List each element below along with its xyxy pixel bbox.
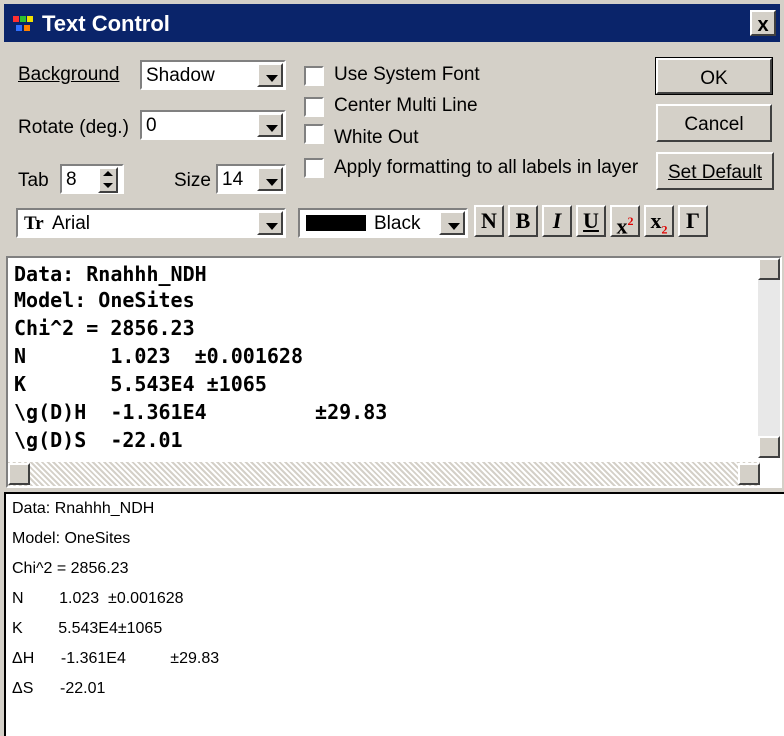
color-value: Black [374, 213, 421, 234]
scroll-down-icon[interactable] [758, 436, 780, 458]
superscript-button[interactable]: x2 [610, 205, 640, 238]
normal-button[interactable]: N [474, 205, 504, 237]
white-out-label: White Out [334, 127, 419, 148]
ok-button[interactable]: OK [655, 57, 773, 95]
spinner-arrows-icon[interactable] [98, 167, 118, 193]
chevron-down-icon[interactable] [439, 211, 465, 235]
apply-formatting-checkbox[interactable] [304, 158, 324, 178]
editor-line: K 5.543E4 ±1065 [14, 372, 267, 396]
subscript-button[interactable]: x2 [644, 205, 674, 237]
editor-line: \g(D)S -22.01 [14, 428, 183, 452]
label-text-editor[interactable]: Data: Rnahhh_NDH Model: OneSites Chi^2 =… [6, 256, 782, 488]
close-button[interactable]: x [750, 10, 776, 36]
horizontal-scrollbar[interactable] [8, 462, 760, 486]
app-icon [13, 16, 33, 31]
chevron-down-icon[interactable] [257, 63, 283, 87]
chevron-down-icon[interactable] [257, 167, 283, 191]
use-system-font-checkbox[interactable] [304, 66, 324, 86]
bold-button[interactable]: B [508, 205, 538, 237]
background-value: Shadow [146, 65, 215, 86]
background-label: Background [18, 64, 120, 85]
truetype-font-icon: Tr [24, 213, 44, 234]
preview-line: ΔS -22.01 [12, 680, 106, 697]
center-multi-line-checkbox[interactable] [304, 97, 324, 117]
preview-line: N 1.023 ±0.001628 [12, 590, 184, 607]
chevron-down-icon[interactable] [257, 113, 283, 137]
editor-line: Chi^2 = 2856.23 [14, 316, 195, 340]
color-swatch [306, 215, 366, 231]
preview-line: Data: Rnahhh_NDH [12, 500, 155, 517]
close-icon: x [757, 14, 769, 36]
white-out-checkbox[interactable] [304, 124, 324, 144]
preview-line: Chi^2 = 2856.23 [12, 560, 129, 577]
underline-button[interactable]: U [576, 205, 606, 237]
text-control-dialog: Text Control x Background Shadow Rotate … [0, 0, 784, 736]
size-value: 14 [222, 169, 244, 190]
editor-line: N 1.023 ±0.001628 [14, 344, 303, 368]
preview-line: ΔH -1.361E4 ±29.83 [12, 650, 220, 667]
label-preview: Data: Rnahhh_NDH Model: OneSites Chi^2 =… [4, 492, 784, 736]
color-select[interactable]: Black [298, 208, 468, 238]
background-select[interactable]: Shadow [140, 60, 286, 90]
set-default-button[interactable]: Set Default [656, 152, 774, 190]
size-label: Size [174, 170, 211, 191]
cancel-button[interactable]: Cancel [656, 104, 772, 142]
center-multi-line-label: Center Multi Line [334, 95, 478, 116]
apply-formatting-label: Apply formatting to all labels in layer [334, 157, 639, 178]
italic-button[interactable]: I [542, 205, 572, 237]
size-select[interactable]: 14 [216, 164, 286, 194]
preview-line: Model: OneSites [12, 530, 131, 547]
greek-button[interactable]: Γ [678, 205, 708, 237]
font-value: Arial [52, 213, 91, 234]
editor-line: Model: OneSites [14, 288, 195, 312]
chevron-down-icon[interactable] [257, 211, 283, 235]
title-bar[interactable]: Text Control x [4, 4, 780, 42]
window-title: Text Control [42, 11, 170, 36]
tab-stepper[interactable]: 8 [60, 164, 124, 194]
editor-line: \g(D)H -1.361E4 ±29.83 [14, 400, 388, 424]
scroll-right-icon[interactable] [738, 463, 760, 485]
use-system-font-label: Use System Font [334, 64, 480, 85]
preview-line: K 5.543E4±1065 [12, 620, 163, 637]
scroll-up-icon[interactable] [758, 258, 780, 280]
rotate-label: Rotate (deg.) [18, 117, 129, 138]
rotate-value: 0 [146, 115, 157, 136]
rotate-select[interactable]: 0 [140, 110, 286, 140]
vertical-scrollbar[interactable] [758, 258, 780, 458]
font-select[interactable]: Tr Arial [16, 208, 286, 238]
tab-label: Tab [18, 170, 49, 191]
editor-line: Data: Rnahhh_NDH [14, 262, 207, 286]
tab-value: 8 [66, 169, 77, 190]
scroll-left-icon[interactable] [8, 463, 30, 485]
